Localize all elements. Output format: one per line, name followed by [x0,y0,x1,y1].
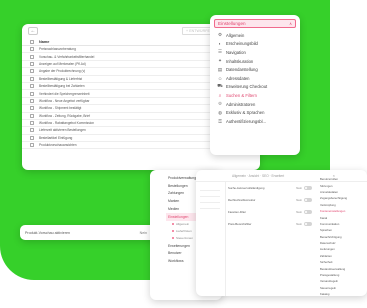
cart-icon: ⛟ [217,83,223,89]
form-row-label: Preis-Bereichsfilter [228,222,252,226]
form-row: Facetten-Filter Nein [228,206,312,218]
menu-item-label: Erweiterungen [168,243,190,248]
row-checkbox[interactable] [30,135,34,140]
settings-item-label: Inhaltskuration [226,58,254,64]
bullet-icon [172,237,174,240]
form-left-column [196,182,226,296]
settings-item-label: Navigation [226,49,246,55]
settings-dropdown-header[interactable]: Einstellungen ∧ [214,19,296,28]
row-checkbox[interactable] [30,76,34,81]
row-checkbox[interactable] [30,121,34,126]
row-checkbox[interactable] [30,47,34,52]
submenu-item-label: Lieferfristen [176,229,192,234]
navigation-icon: ☰ [218,49,222,55]
row-checkbox[interactable] [30,54,34,59]
menu-item-label: Benutzer [168,251,182,256]
toggle-switch[interactable] [304,198,312,202]
row-checkbox[interactable] [30,69,34,74]
submenu-item-label: Allgemein [176,222,190,227]
settings-item-label: Datendarstellung [226,67,258,73]
settings-items: ⚙ Allgemein ◐ Erscheinungsbild ☰ Navigation ✦ I… [210,31,300,126]
bullet-icon [172,230,174,233]
admin-icon: ♔ [218,101,222,107]
menu-item-label: Produktverwaltung [168,175,197,180]
bullet-icon [172,223,174,226]
toggle-label: Produkt-Vorschau aktivieren [25,230,70,235]
form-section-nav: Benutzerrollen Sitzungen Anmeldedaten Zugan… [318,176,366,296]
settings-item[interactable]: ◍ Exklusiv & Sprachen [210,108,300,117]
form-row-label: Rechtschreibkorrektur [228,198,256,202]
form-row-value: Nein [296,210,302,214]
settings-item[interactable]: ⚿ Authentifizierungsbl... [210,117,300,126]
palette-icon: ◐ [218,41,222,47]
settings-item-label: Exklusiv & Sprachen [226,110,265,116]
back-button[interactable]: ← [28,27,38,35]
form-fields: Suche-Autovervollständigung Nein Rechtschr… [228,182,312,230]
settings-item[interactable]: ⌕ Suchen & Filtern [210,91,300,100]
settings-item-label: Allgemein [226,32,245,38]
form-row-value: Nein [296,186,302,190]
settings-item[interactable]: ⚙ Allgemein [210,31,300,40]
settings-item[interactable]: ⛟ Erweiterung Checkout [210,83,300,92]
row-checkbox[interactable] [30,84,34,89]
form-row: Rechtschreibkorrektur Nein [228,194,312,206]
globe-icon: ◍ [218,109,222,115]
menu-item-label: Marken [168,199,180,204]
preview-toggle-card: Produkt-Vorschau aktivieren Nein [20,225,167,240]
menu-item-label: Bestellungen [168,183,188,188]
settings-item[interactable]: ◐ Erscheinungsbild [210,40,300,49]
form-row: Suche-Autovervollständigung Nein [228,182,312,194]
form-row-value: Nein [296,222,302,226]
menu-item-label: Workflows [168,259,184,264]
menu-item-label: Medien [168,207,180,212]
key-icon: ⚿ [218,118,222,124]
gear-icon: ⚙ [218,32,222,38]
row-checkbox[interactable] [30,106,34,111]
person-icon: ☺ [217,75,223,81]
settings-item-label: Authentifizierungsbl... [226,118,267,124]
toggle-switch[interactable] [304,222,312,226]
menu-item-label: Zahlungen [168,191,185,196]
select-all-checkbox[interactable] [30,39,34,44]
search-icon: ⌕ [218,92,222,98]
settings-item[interactable]: ✦ Inhaltskuration [210,57,300,66]
section-nav-item[interactable]: Katalog [318,291,366,296]
settings-item-label: Erweiterung Checkout [226,84,268,90]
toggle-switch[interactable] [304,186,312,190]
settings-item[interactable]: ▤ Datendarstellung [210,65,300,74]
settings-item-label: Administratoren [226,101,256,107]
settings-item[interactable]: ☺ Adressdaten [210,74,300,83]
submenu-item-label: Steuerzonen [176,236,194,241]
arrow-left-icon: ← [30,28,36,34]
row-checkbox[interactable] [30,128,34,133]
data-icon: ▤ [217,66,223,72]
settings-item[interactable]: ☰ Navigation [210,48,300,57]
menu-item-label: Einstellungen [168,214,189,219]
settings-item-label: Erscheinungsbild [226,41,258,47]
form-row: Preis-Bereichsfilter Nein [228,218,312,230]
row-checkbox[interactable] [30,91,34,96]
settings-item[interactable]: ♔ Administratoren [210,100,300,109]
row-checkbox[interactable] [30,98,34,103]
row-checkbox[interactable] [30,61,34,66]
row-checkbox[interactable] [30,113,34,118]
settings-item-label: Adressdaten [226,75,250,81]
column-header-name: Name [39,39,50,44]
form-row-value: Nein [296,198,302,202]
toggle-state: Nein [139,230,147,235]
row-checkbox[interactable] [30,143,34,148]
settings-title: Einstellungen [218,21,246,26]
curation-icon: ✦ [218,58,222,64]
settings-form-panel: Allgemein · Ansicht · SEO · Erweitert × … [196,170,367,296]
settings-item-label: Suchen & Filtern [226,92,257,98]
form-row-label: Facetten-Filter [228,210,247,214]
chevron-up-icon: ∧ [289,21,292,26]
settings-dropdown: Einstellungen ∧ ⚙ Allgemein ◐ Erscheinungsb… [210,15,300,155]
toggle-switch[interactable] [304,210,312,214]
form-row-label: Suche-Autovervollständigung [228,186,265,190]
